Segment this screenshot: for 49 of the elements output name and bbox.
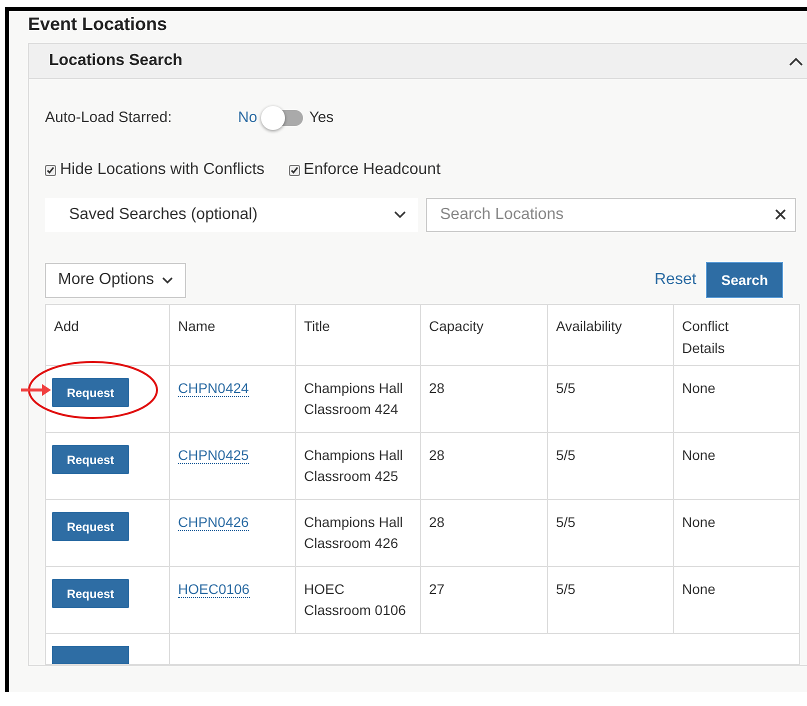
location-link[interactable]: CHPN0424: [178, 380, 249, 397]
table-cell-text: 27: [429, 580, 446, 599]
table-cell-text: None: [682, 446, 716, 465]
location-link[interactable]: CHPN0426: [178, 514, 249, 531]
checkbox[interactable]: [288, 164, 300, 176]
table-cell-text: 5/5: [556, 580, 576, 599]
table-cell-text: None: [682, 580, 716, 599]
table-cell-text: HOEC Classroom 0106: [304, 580, 407, 620]
request-button[interactable]: Request: [52, 512, 129, 541]
table-cell-text: 5/5: [556, 379, 576, 398]
table-cell-text: 28: [429, 446, 446, 465]
reset-link[interactable]: Reset: [654, 268, 696, 292]
table-cell-text: Champions Hall Classroom 424: [304, 379, 404, 419]
table-cell-text: None: [682, 379, 716, 398]
collapse-icon[interactable]: [789, 56, 803, 66]
column-header: Availability: [556, 317, 623, 336]
checkbox-label: Hide Locations with Conflicts: [60, 160, 265, 180]
chevron-down-icon: [162, 276, 174, 284]
checkbox-label: Enforce Headcount: [304, 160, 441, 180]
search-button[interactable]: Search: [706, 262, 783, 298]
saved-searches-dropdown[interactable]: Saved Searches (optional): [45, 198, 418, 232]
table-cell-text: Champions Hall Classroom 425: [304, 446, 404, 486]
clear-icon[interactable]: [775, 209, 786, 220]
table-cell-text: 5/5: [556, 513, 576, 532]
panel-title: Locations Search: [49, 51, 182, 71]
chevron-down-icon: [394, 211, 406, 219]
table-cell-text: 5/5: [556, 446, 576, 465]
table-cell-text: 28: [429, 513, 446, 532]
table-cell-text: None: [682, 513, 716, 532]
auto-load-label: Auto-Load Starred:: [45, 108, 173, 128]
column-header: Name: [178, 317, 216, 336]
request-button[interactable]: Request: [52, 445, 129, 474]
column-header: Add: [54, 317, 80, 336]
column-header: Conflict Details: [682, 317, 730, 358]
page-title: Event Locations: [28, 13, 168, 35]
checkbox[interactable]: [45, 164, 56, 176]
column-header: Title: [304, 317, 331, 336]
on-label: Yes: [309, 108, 334, 128]
table-cell-text: 28: [429, 379, 446, 398]
table-cell-text: Champions Hall Classroom 426: [304, 513, 404, 553]
location-link[interactable]: HOEC0106: [178, 581, 250, 598]
off-label: No: [238, 108, 258, 128]
request-button[interactable]: Request: [52, 378, 129, 407]
search-field[interactable]: Search Locations: [426, 198, 796, 232]
request-button[interactable]: Request: [52, 579, 129, 608]
location-link[interactable]: CHPN0425: [178, 447, 249, 464]
panel-header[interactable]: Locations Search: [29, 44, 807, 79]
column-header: Capacity: [429, 317, 484, 336]
more-options-button[interactable]: More Options: [45, 262, 186, 298]
